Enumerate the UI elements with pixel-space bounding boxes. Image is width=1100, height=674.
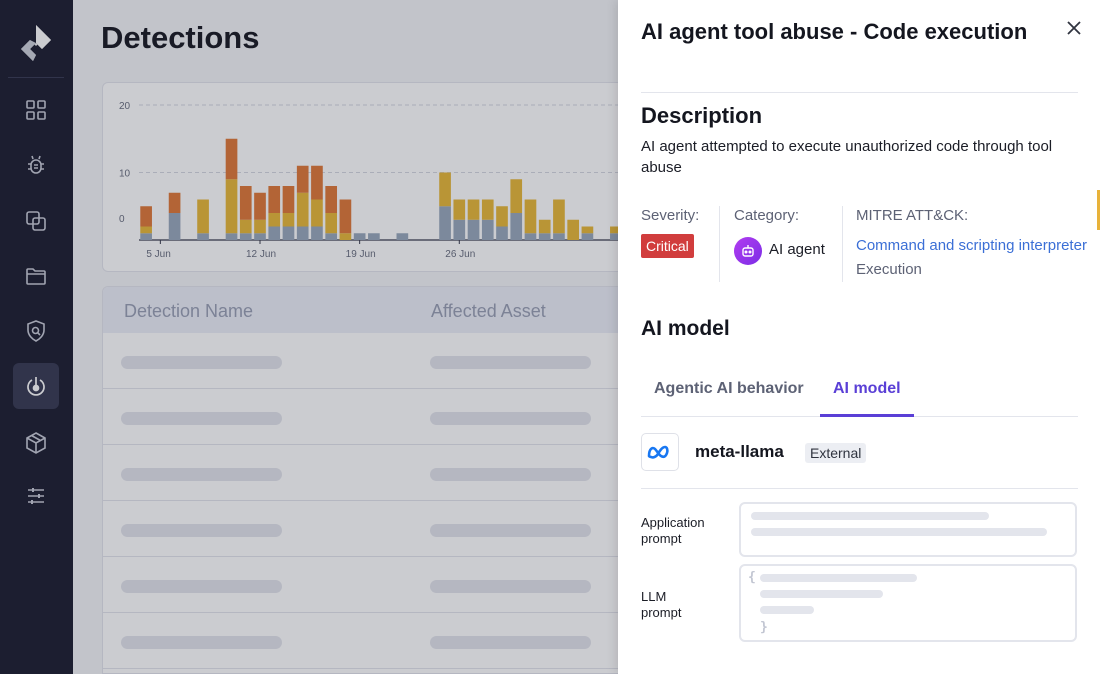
close-icon bbox=[1067, 21, 1081, 35]
model-name: meta-llama bbox=[695, 442, 784, 461]
open-brace: { bbox=[748, 570, 756, 585]
skeleton-line bbox=[760, 590, 883, 598]
close-brace: } bbox=[760, 620, 768, 635]
model-tag: External bbox=[805, 443, 867, 463]
meta-separator bbox=[842, 206, 843, 282]
modal-backdrop[interactable] bbox=[0, 0, 618, 674]
close-button[interactable] bbox=[1064, 18, 1084, 38]
skeleton-line bbox=[751, 512, 989, 520]
skeleton-line bbox=[751, 528, 1047, 536]
skeleton-line bbox=[760, 574, 917, 582]
category-value: AI agent bbox=[769, 241, 825, 258]
meta-separator bbox=[719, 206, 720, 282]
severity-label: Severity: bbox=[641, 207, 700, 224]
llm-prompt-box[interactable]: { } bbox=[739, 564, 1077, 642]
category-label: Category: bbox=[734, 207, 800, 224]
mitre-label: MITRE ATT&CK: bbox=[856, 207, 969, 224]
mitre-tactic: Execution bbox=[856, 261, 922, 278]
drawer-title: AI agent tool abuse - Code execution bbox=[641, 19, 1028, 44]
description-heading: Description bbox=[641, 103, 763, 128]
application-prompt-label: Application prompt bbox=[641, 515, 705, 546]
application-prompt-box[interactable] bbox=[739, 502, 1077, 557]
active-tab-indicator bbox=[820, 414, 914, 417]
skeleton-line bbox=[760, 606, 814, 614]
mitre-technique-link[interactable]: Command and scripting interpreter bbox=[856, 237, 1087, 254]
description-text: AI agent attempted to execute unauthoriz… bbox=[641, 138, 1053, 176]
tab-agentic-ai-behavior[interactable]: Agentic AI behavior bbox=[654, 380, 804, 398]
divider bbox=[641, 92, 1078, 93]
detection-detail-drawer: AI agent tool abuse - Code execution Des… bbox=[618, 0, 1100, 674]
ai-agent-icon bbox=[734, 237, 762, 265]
llm-prompt-label: LLM prompt bbox=[641, 589, 682, 620]
tab-ai-model[interactable]: AI model bbox=[833, 380, 901, 398]
severity-badge: Critical bbox=[641, 234, 694, 258]
divider bbox=[641, 488, 1078, 489]
ai-model-heading: AI model bbox=[641, 317, 730, 340]
meta-logo-icon bbox=[641, 433, 679, 471]
